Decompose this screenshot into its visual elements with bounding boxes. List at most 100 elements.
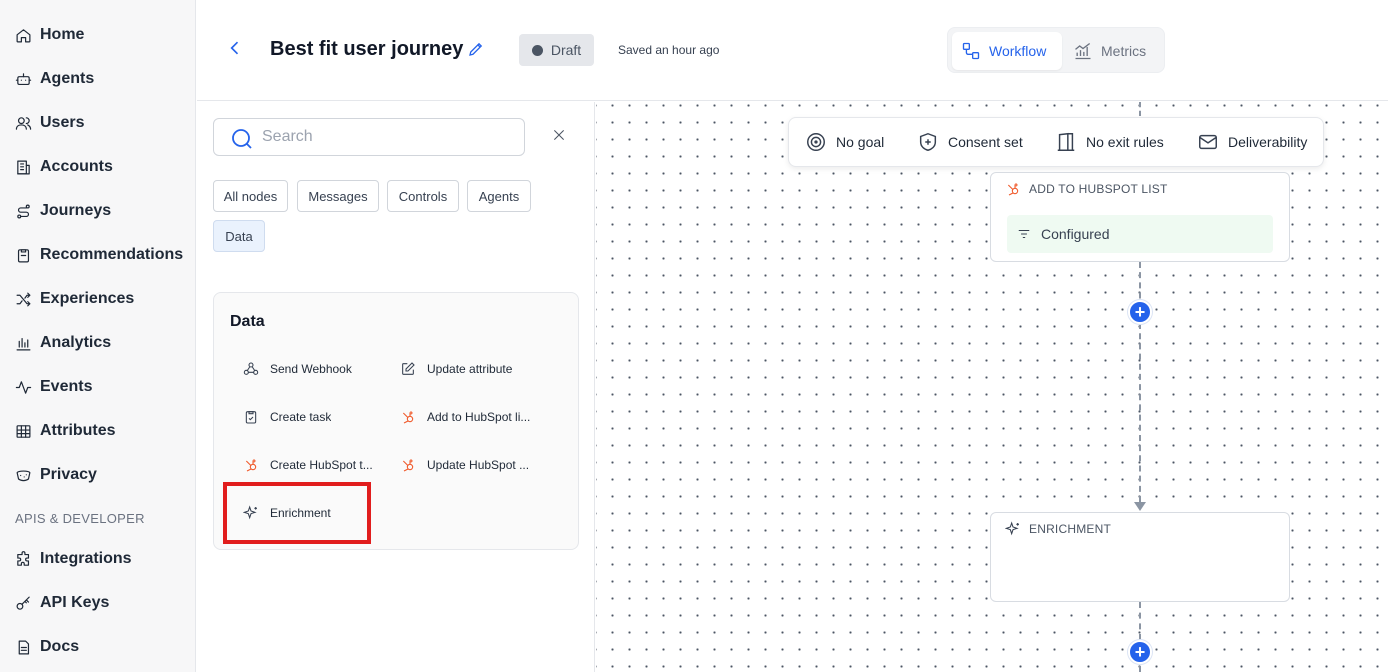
header: Best fit user journey Draft Saved an hou… <box>197 0 1388 101</box>
search-input[interactable] <box>262 125 512 149</box>
sparkles-icon <box>1005 521 1019 536</box>
key-icon <box>14 594 32 612</box>
tab-workflow[interactable]: Workflow <box>952 32 1062 70</box>
sidebar-item-agents[interactable]: Agents <box>14 67 94 91</box>
sidebar-item-label: Accounts <box>40 158 113 175</box>
activity-icon <box>14 378 32 396</box>
status-dot <box>531 44 543 56</box>
node-label: Create task <box>270 410 332 424</box>
node-update-hubspot[interactable]: Update HubSpot ... <box>399 456 549 474</box>
hubspot-icon <box>1007 183 1019 196</box>
view-toggle: Workflow Metrics <box>947 27 1165 73</box>
consent-button[interactable]: Consent set <box>917 131 1023 153</box>
node-add-to-hubspot-list[interactable]: Add to HubSpot li... <box>399 408 549 426</box>
sidebar-item-label: API Keys <box>40 594 110 611</box>
cookie-icon <box>14 466 32 484</box>
node-label: Update attribute <box>427 362 513 376</box>
node-update-attribute[interactable]: Update attribute <box>399 360 549 378</box>
configured-label: Configured <box>1041 226 1110 242</box>
add-node-button[interactable]: + <box>1128 300 1152 324</box>
add-node-button[interactable]: + <box>1128 640 1152 664</box>
pencil-icon <box>469 42 483 56</box>
close-icon <box>553 129 565 141</box>
back-button[interactable] <box>225 38 249 62</box>
status-badge: Draft <box>519 34 594 66</box>
exit-rules-label: No exit rules <box>1086 134 1164 150</box>
node-add-to-hubspot-list-card[interactable]: ADD TO HUBSPOT LIST Configured <box>990 172 1290 262</box>
saved-status: Saved an hour ago <box>618 43 720 57</box>
tab-metrics[interactable]: Metrics <box>1064 32 1155 70</box>
data-nodes-card: Data Send Webhook Update attribute Creat… <box>213 292 579 550</box>
search-icon <box>232 129 252 149</box>
document-icon <box>14 638 32 656</box>
filter-controls[interactable]: Controls <box>387 180 459 212</box>
filter-data[interactable]: Data <box>213 220 265 252</box>
workflow-icon <box>962 42 980 60</box>
sidebar-item-docs[interactable]: Docs <box>14 635 79 659</box>
sidebar-item-api-keys[interactable]: API Keys <box>14 591 109 615</box>
filter-all-nodes[interactable]: All nodes <box>213 180 288 212</box>
sidebar-item-events[interactable]: Events <box>14 375 92 399</box>
hubspot-icon <box>399 408 417 426</box>
sidebar-item-label: Attributes <box>40 422 116 439</box>
sidebar: Home Agents Users Accounts Journeys Reco… <box>0 0 196 672</box>
close-panel-button[interactable] <box>552 128 568 144</box>
door-icon <box>1057 132 1075 151</box>
filter-messages[interactable]: Messages <box>297 180 379 212</box>
goal-button[interactable]: No goal <box>805 131 884 153</box>
sidebar-item-label: Privacy <box>40 466 97 483</box>
node-label: Update HubSpot ... <box>427 458 530 472</box>
highlight-box <box>223 482 371 544</box>
connector-line <box>1139 262 1141 502</box>
sidebar-item-attributes[interactable]: Attributes <box>14 419 116 443</box>
building-icon <box>14 158 32 176</box>
sidebar-item-privacy[interactable]: Privacy <box>14 463 97 487</box>
node-send-webhook[interactable]: Send Webhook <box>242 360 392 378</box>
sidebar-item-users[interactable]: Users <box>14 111 84 135</box>
node-create-hubspot-task[interactable]: Create HubSpot t... <box>242 456 392 474</box>
deliverability-label: Deliverability <box>1228 134 1308 150</box>
deliverability-button[interactable]: Deliverability <box>1197 131 1307 153</box>
clipboard-icon <box>14 246 32 264</box>
bot-icon <box>14 70 32 88</box>
puzzle-icon <box>14 550 32 568</box>
bar-chart-icon <box>14 334 32 352</box>
sidebar-item-accounts[interactable]: Accounts <box>14 155 113 179</box>
sidebar-item-label: Users <box>40 114 85 131</box>
sidebar-item-label: Recommendations <box>40 246 184 263</box>
users-icon <box>14 114 32 132</box>
sidebar-item-recommendations[interactable]: Recommendations <box>14 243 183 267</box>
shuffle-icon <box>14 290 32 308</box>
search-box <box>213 118 525 156</box>
node-card-title: ADD TO HUBSPOT LIST <box>1029 182 1168 196</box>
edit-title-button[interactable] <box>467 40 487 60</box>
exit-rules-button[interactable]: No exit rules <box>1055 131 1164 153</box>
chevron-left-icon <box>230 41 239 55</box>
sidebar-item-label: Docs <box>40 638 80 655</box>
connector-line <box>1139 102 1141 116</box>
sidebar-section-label: APIS & DEVELOPER <box>15 511 145 526</box>
workflow-canvas[interactable]: No goal Consent set No exit rules Delive… <box>596 102 1388 672</box>
route-icon <box>14 202 32 220</box>
sidebar-item-journeys[interactable]: Journeys <box>14 199 111 223</box>
sidebar-item-experiences[interactable]: Experiences <box>14 287 134 311</box>
metrics-icon <box>1075 42 1091 60</box>
sidebar-item-home[interactable]: Home <box>14 23 84 47</box>
status-label: Draft <box>550 42 582 58</box>
clipboard-check-icon <box>242 408 260 426</box>
webhook-icon <box>242 360 260 378</box>
sidebar-item-analytics[interactable]: Analytics <box>14 331 111 355</box>
node-label: Send Webhook <box>270 362 352 376</box>
sidebar-item-label: Journeys <box>40 202 112 219</box>
node-enrichment-card[interactable]: ENRICHMENT <box>990 512 1290 602</box>
sidebar-item-label: Experiences <box>40 290 135 307</box>
node-library-panel: All nodes Messages Controls Agents Data … <box>197 102 595 672</box>
shield-icon <box>919 132 937 152</box>
tab-workflow-label: Workflow <box>989 43 1047 59</box>
node-create-task[interactable]: Create task <box>242 408 392 426</box>
sidebar-item-integrations[interactable]: Integrations <box>14 547 132 571</box>
filter-agents[interactable]: Agents <box>467 180 531 212</box>
page-title: Best fit user journey <box>270 38 464 60</box>
mail-icon <box>1199 134 1217 150</box>
journey-settings-toolbar: No goal Consent set No exit rules Delive… <box>788 117 1324 167</box>
